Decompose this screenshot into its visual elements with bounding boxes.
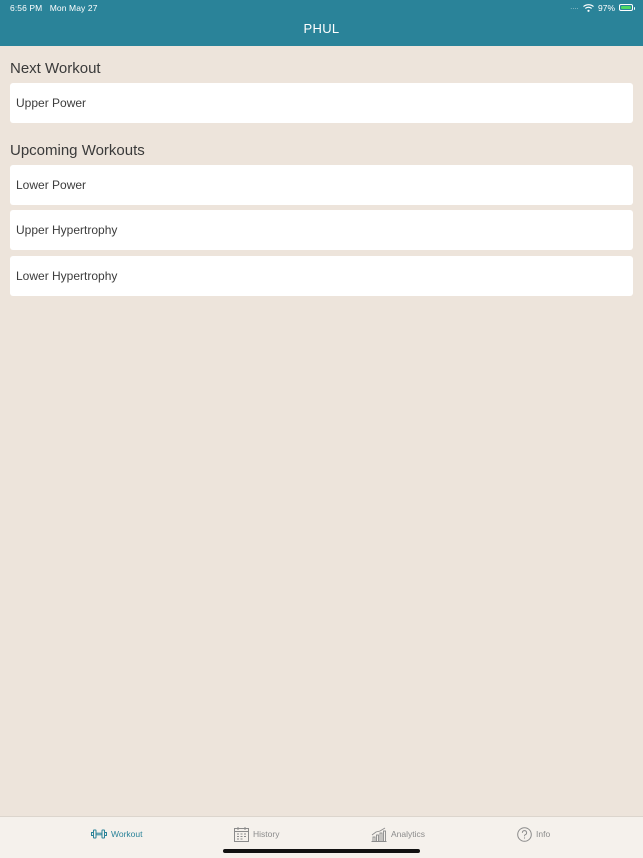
- page-title: PHUL: [303, 21, 340, 36]
- tab-analytics[interactable]: Analytics: [371, 825, 425, 843]
- calendar-icon: [234, 826, 249, 842]
- battery-icon: [619, 4, 635, 11]
- tab-label: Workout: [111, 829, 143, 839]
- upcoming-workout-item[interactable]: Lower Hypertrophy: [10, 256, 633, 296]
- bar-chart-icon: [371, 827, 387, 842]
- tab-history[interactable]: History: [234, 825, 279, 843]
- next-workout-heading: Next Workout: [10, 60, 101, 77]
- signal-icon: ....: [570, 4, 579, 11]
- status-time-text: 6:56 PM: [10, 3, 43, 13]
- tab-workout[interactable]: Workout: [91, 825, 143, 843]
- upcoming-workout-item[interactable]: Upper Hypertrophy: [10, 210, 633, 250]
- workout-label: Lower Power: [16, 178, 87, 192]
- upcoming-workout-item[interactable]: Lower Power: [10, 165, 633, 205]
- wifi-icon: [583, 3, 594, 12]
- navigation-bar: 6:56 PM Mon May 27 .... 97% PHUL: [0, 0, 643, 46]
- tab-label: History: [253, 829, 280, 839]
- workout-label: Upper Power: [16, 96, 87, 110]
- battery-percent: 97%: [597, 2, 615, 13]
- tab-info[interactable]: Info: [517, 825, 550, 843]
- status-bar-indicators: .... 97%: [570, 2, 635, 13]
- tab-label: Info: [536, 829, 551, 839]
- home-indicator: [223, 849, 420, 853]
- next-workout-item[interactable]: Upper Power: [10, 83, 633, 123]
- status-date-text: Mon May 27: [49, 3, 98, 13]
- dumbbell-icon: [91, 829, 107, 839]
- status-bar-time: 6:56 PM Mon May 27: [10, 3, 98, 13]
- upcoming-workouts-heading: Upcoming Workouts: [10, 142, 145, 159]
- tab-label: Analytics: [391, 829, 426, 839]
- battery-level: [621, 6, 631, 9]
- workout-label: Upper Hypertrophy: [16, 223, 118, 237]
- question-circle-icon: [517, 826, 532, 842]
- workout-label: Lower Hypertrophy: [16, 269, 118, 283]
